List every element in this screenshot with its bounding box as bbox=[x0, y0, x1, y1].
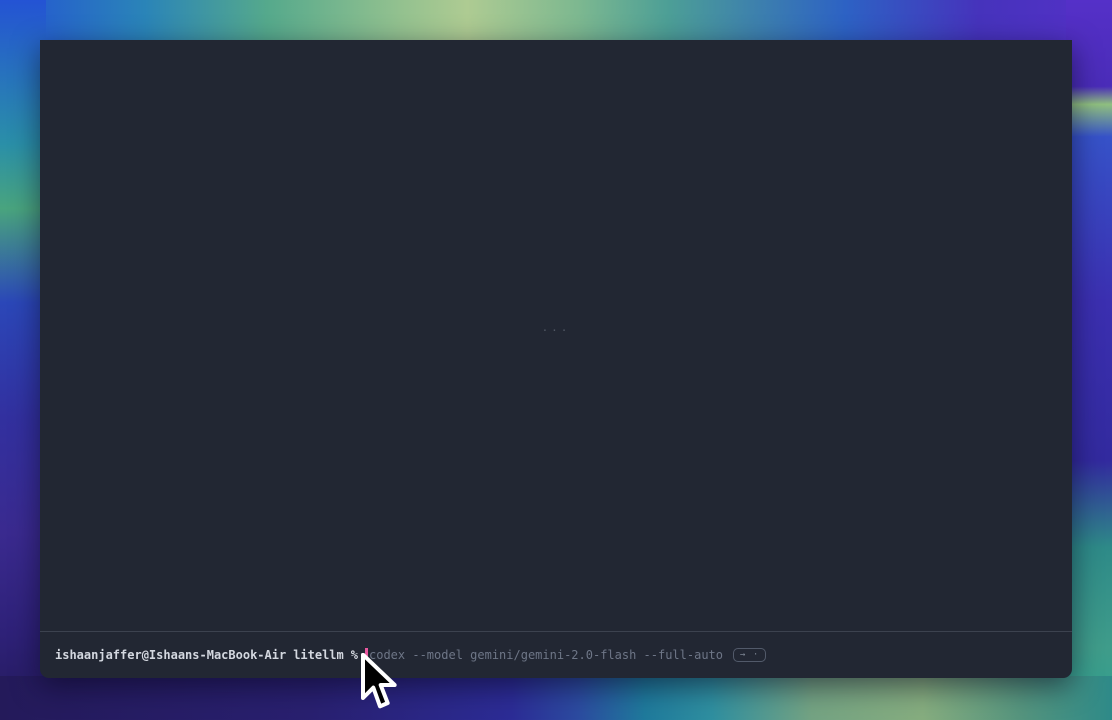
command-input-line[interactable]: ishaanjaffer@Ishaans-MacBook-Air litellm… bbox=[55, 644, 1060, 666]
wallpaper-right bbox=[1066, 0, 1112, 720]
desktop: { "wallpaper": { "description": "macos-a… bbox=[0, 0, 1112, 720]
terminal-window[interactable]: ··· ishaanjaffer@Ishaans-MacBook-Air lit… bbox=[40, 40, 1072, 678]
prompt-user-host: ishaanjaffer@Ishaans-MacBook-Air bbox=[55, 648, 286, 662]
accept-suggestion-hint-icon: → · bbox=[733, 648, 766, 662]
autosuggestion-text: codex --model gemini/gemini-2.0-flash --… bbox=[369, 648, 723, 662]
prompt-symbol: % bbox=[351, 648, 358, 662]
terminal-output-area: ··· bbox=[40, 40, 1072, 631]
text-cursor bbox=[365, 648, 368, 663]
loading-ellipsis: ··· bbox=[542, 324, 571, 337]
prompt-directory: litellm bbox=[293, 648, 344, 662]
wallpaper-bottom bbox=[0, 676, 1112, 720]
prompt-divider bbox=[40, 631, 1072, 632]
